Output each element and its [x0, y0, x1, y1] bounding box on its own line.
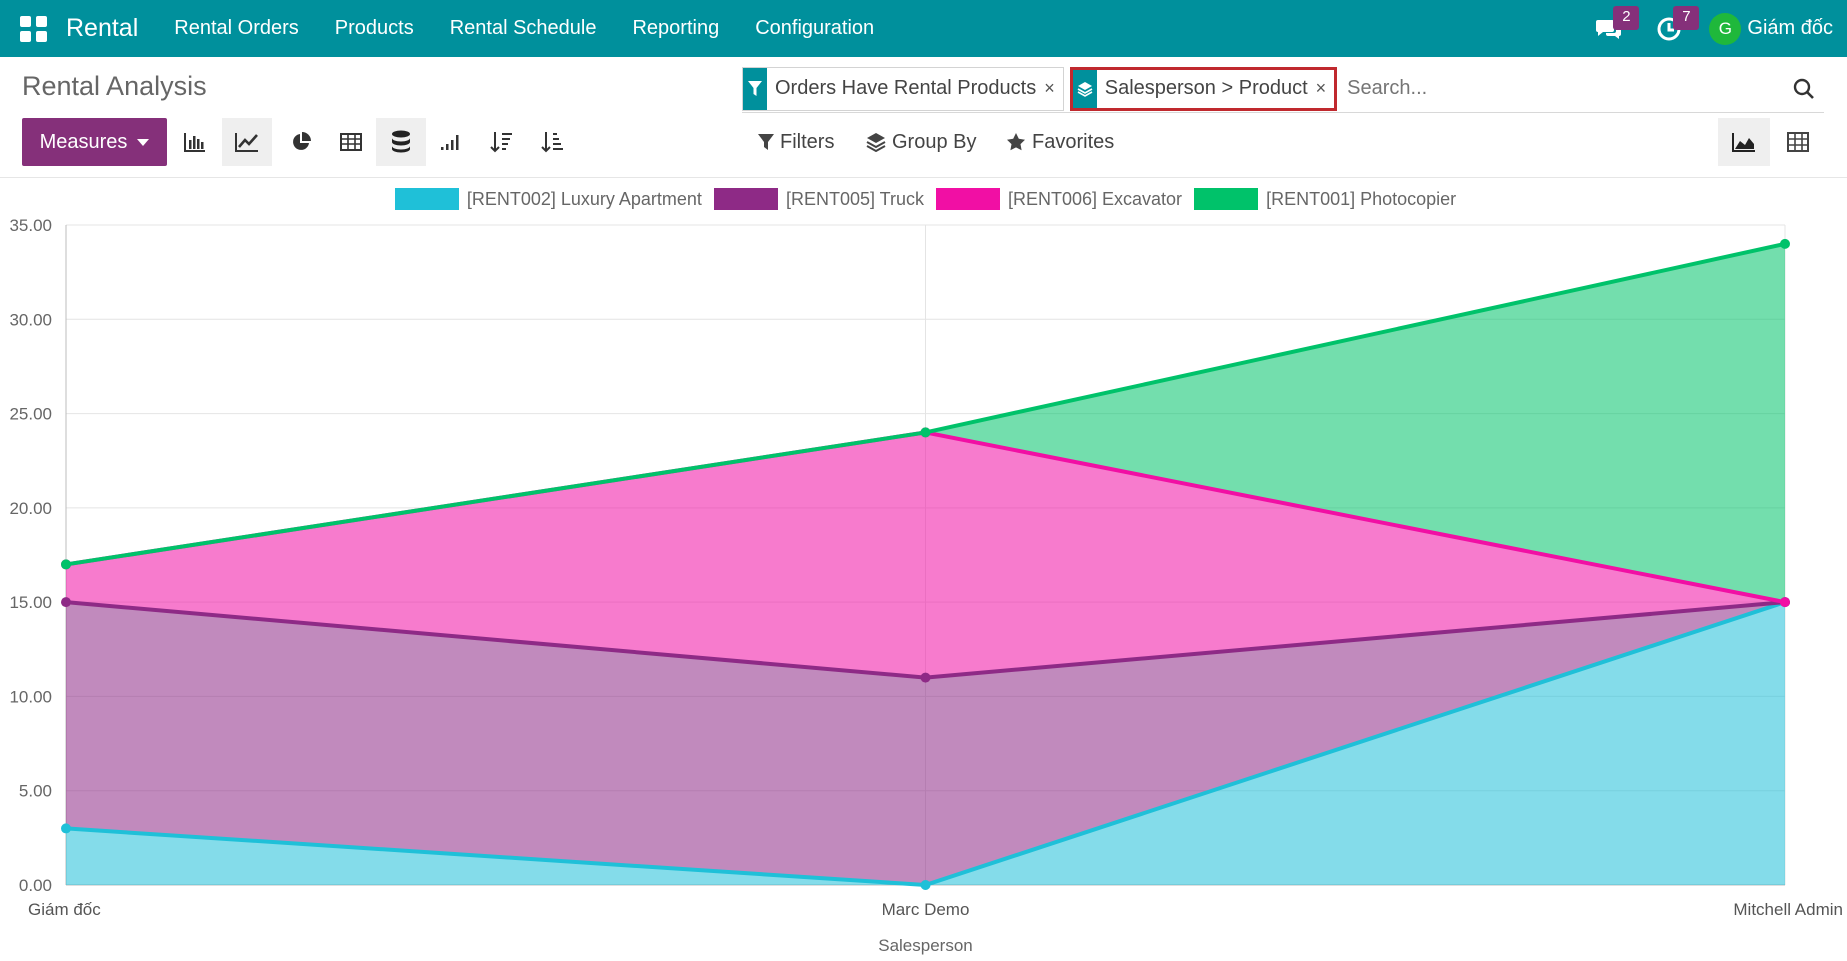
- menu-rental-orders[interactable]: Rental Orders: [156, 0, 317, 57]
- sort-ascending-button[interactable]: [528, 118, 578, 166]
- user-menu[interactable]: G Giám đốc: [1709, 12, 1833, 45]
- legend-swatch: [713, 188, 778, 210]
- table-icon: [1787, 132, 1809, 152]
- table-icon: [340, 133, 362, 151]
- avatar: G: [1709, 12, 1742, 45]
- data-point: [61, 559, 71, 570]
- legend-label: [RENT002] Luxury Apartment: [466, 188, 702, 209]
- groupby-label: Group By: [892, 130, 977, 153]
- data-point: [61, 597, 71, 608]
- chart-area: 0.00 5.00 10.00 15.00 20.00 25.00 30.00 35.00 Gi…: [0, 178, 1847, 961]
- legend-item[interactable]: [RENT002] Luxury Apartment: [394, 188, 702, 210]
- caret-down-icon: [137, 138, 150, 146]
- signal-icon: [441, 135, 459, 150]
- apps-menu-icon[interactable]: [20, 14, 50, 44]
- cumulative-toggle-button[interactable]: [426, 118, 476, 166]
- area-chart: 0.00 5.00 10.00 15.00 20.00 25.00 30.00 35.00 Gi…: [9, 216, 1843, 955]
- search-facet-groupby[interactable]: Salesperson > Product ×: [1069, 66, 1338, 111]
- menu-reporting[interactable]: Reporting: [614, 0, 737, 57]
- groupby-button[interactable]: Group By: [866, 126, 976, 158]
- data-point: [1780, 597, 1790, 608]
- filter-icon: [758, 134, 774, 150]
- legend-item[interactable]: [RENT006] Excavator: [935, 188, 1183, 210]
- data-point: [61, 823, 71, 834]
- y-tick-label: 20.00: [9, 499, 52, 518]
- legend-swatch: [1194, 188, 1259, 210]
- pivot-view-button[interactable]: [1772, 118, 1824, 166]
- facet-label: Orders Have Rental Products: [775, 77, 1037, 99]
- y-tick-label: 35.00: [9, 216, 52, 235]
- chart-legend: [RENT002] Luxury Apartment [RENT005] Truc…: [0, 188, 1847, 210]
- pie-chart-icon: [293, 132, 311, 150]
- menu-rental-schedule[interactable]: Rental Schedule: [432, 0, 615, 57]
- y-tick-label: 30.00: [9, 310, 52, 329]
- facet-label: Salesperson > Product: [1104, 77, 1308, 99]
- sort-descending-button[interactable]: [477, 118, 527, 166]
- x-axis-label: Salesperson: [878, 936, 973, 955]
- control-panel: Rental Analysis Orders Have Rental Produ…: [0, 57, 1847, 178]
- y-tick-label: 10.00: [9, 687, 52, 706]
- legend-swatch: [935, 188, 1000, 210]
- star-icon: [1007, 133, 1025, 151]
- favorites-label: Favorites: [1032, 130, 1115, 153]
- filters-label: Filters: [780, 130, 835, 153]
- top-navbar: Rental Rental Orders Products Rental Sch…: [0, 0, 1847, 57]
- facet-remove-button[interactable]: ×: [1316, 70, 1335, 108]
- bar-chart-icon: [184, 133, 205, 152]
- legend-label: [RENT006] Excavator: [1007, 188, 1183, 209]
- page-title: Rental Analysis: [22, 71, 207, 101]
- legend-item[interactable]: [RENT005] Truck: [713, 188, 924, 210]
- search-bar: Orders Have Rental Products × Salesperso…: [742, 65, 1824, 113]
- messages-button[interactable]: 2: [1585, 0, 1640, 57]
- layers-icon: [866, 133, 886, 152]
- layers-icon: [1072, 69, 1097, 108]
- measures-button[interactable]: Measures: [22, 118, 167, 166]
- y-tick-label: 5.00: [19, 782, 52, 801]
- line-chart-icon: [235, 133, 258, 152]
- app-brand[interactable]: Rental: [66, 14, 138, 43]
- pivot-table-button[interactable]: [326, 118, 376, 166]
- y-tick-label: 25.00: [9, 405, 52, 424]
- sort-ascending-icon: [541, 132, 563, 153]
- data-point: [1780, 238, 1790, 249]
- search-input[interactable]: [1343, 77, 1784, 100]
- y-tick-label: 15.00: [9, 593, 52, 612]
- filter-icon: [743, 67, 767, 110]
- x-tick-label: Marc Demo: [882, 900, 970, 919]
- pie-chart-button[interactable]: [276, 118, 326, 166]
- menu-configuration[interactable]: Configuration: [737, 0, 892, 57]
- area-chart-icon: [1732, 133, 1755, 152]
- database-icon: [392, 130, 410, 153]
- stacked-toggle-button[interactable]: [376, 118, 426, 166]
- x-tick-label: Mitchell Admin: [1733, 900, 1843, 919]
- y-tick-label: 0.00: [19, 876, 52, 895]
- sort-descending-icon: [490, 132, 512, 153]
- measures-label: Measures: [39, 130, 128, 153]
- legend-label: [RENT001] Photocopier: [1266, 188, 1457, 209]
- messages-count-badge: 2: [1613, 6, 1640, 30]
- bar-chart-button[interactable]: [170, 118, 220, 166]
- legend-item[interactable]: [RENT001] Photocopier: [1194, 188, 1456, 210]
- data-point: [920, 880, 931, 890]
- data-point: [920, 672, 931, 683]
- filters-button[interactable]: Filters: [758, 126, 834, 158]
- x-tick-label: Giám đốc: [28, 900, 101, 919]
- legend-label: [RENT005] Truck: [785, 188, 924, 209]
- line-chart-button[interactable]: [222, 118, 272, 166]
- favorites-button[interactable]: Favorites: [1006, 126, 1114, 158]
- search-facet-filter[interactable]: Orders Have Rental Products ×: [742, 66, 1064, 111]
- facet-remove-button[interactable]: ×: [1044, 68, 1063, 110]
- search-icon[interactable]: [1784, 67, 1824, 111]
- data-point: [920, 427, 931, 438]
- activities-button[interactable]: 7: [1645, 0, 1700, 57]
- legend-swatch: [394, 188, 459, 210]
- user-name: Giám đốc: [1747, 17, 1833, 39]
- graph-view-button[interactable]: [1718, 118, 1770, 166]
- activities-count-badge: 7: [1673, 6, 1700, 30]
- menu-products[interactable]: Products: [317, 0, 432, 57]
